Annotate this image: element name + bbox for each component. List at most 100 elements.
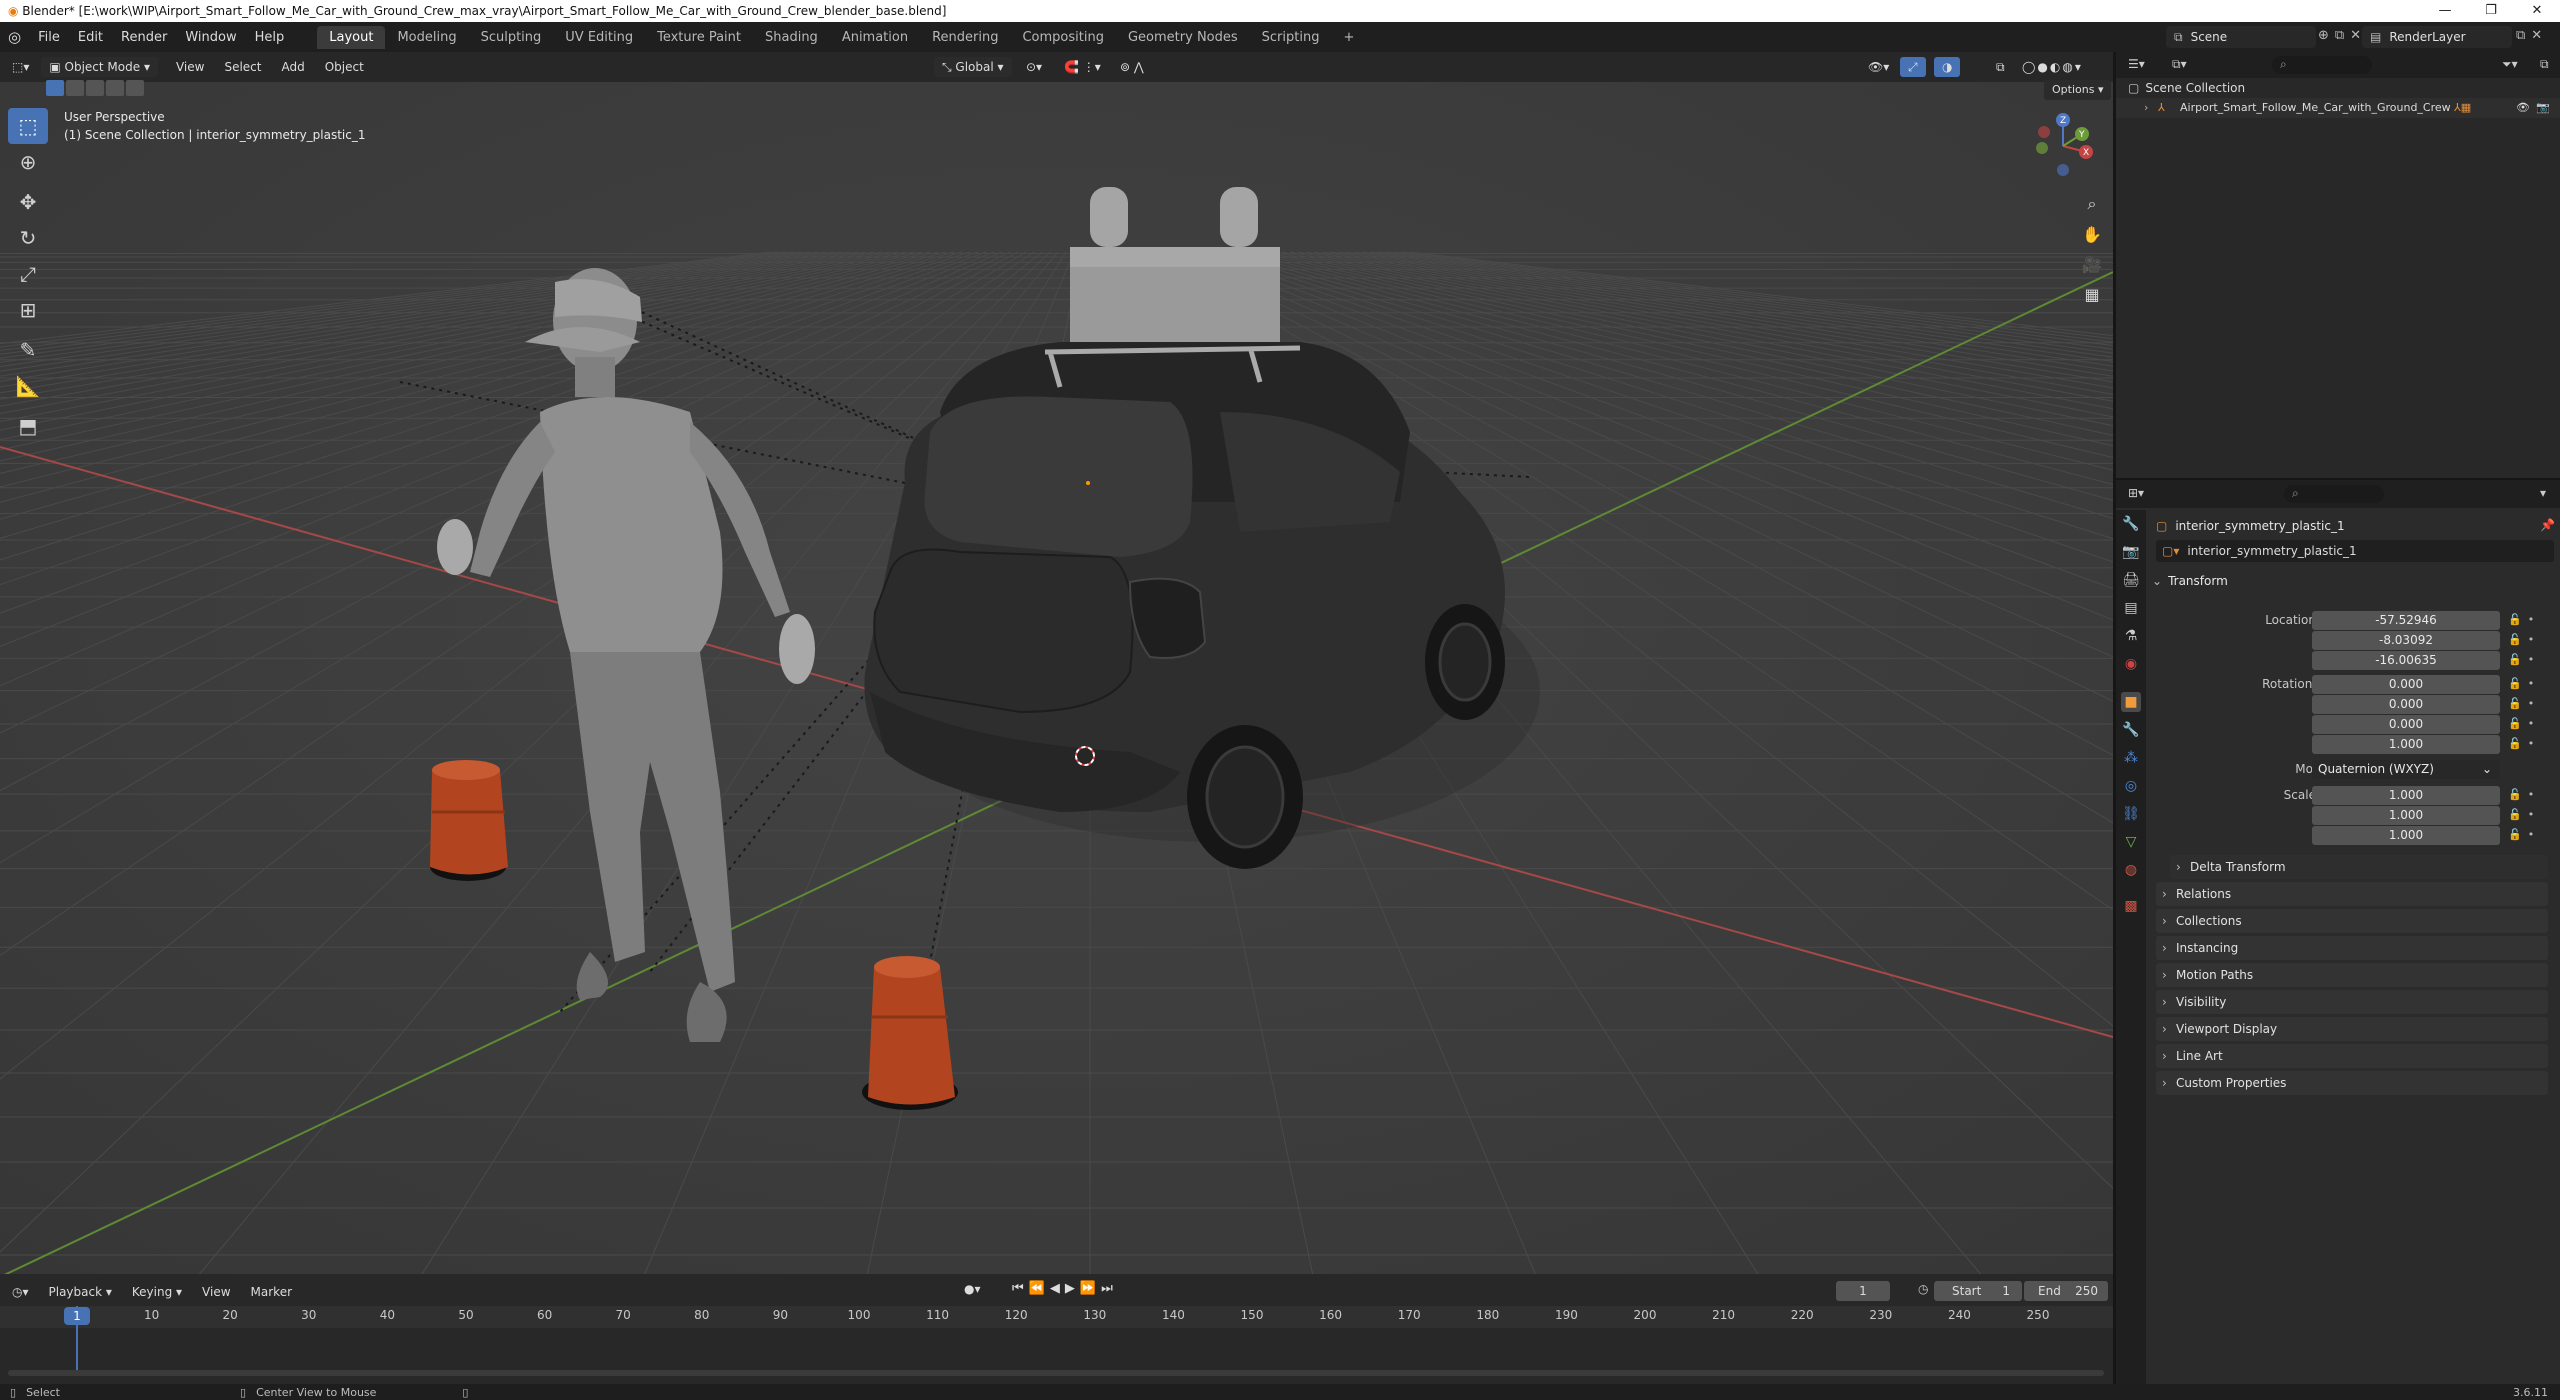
proportional-edit-icon[interactable]: ⊚ ⋀ <box>1112 57 1152 77</box>
end-frame-field[interactable]: End 250 <box>2024 1281 2108 1301</box>
view-layer-selector[interactable]: ▤ RenderLayer <box>2362 26 2512 48</box>
close-button[interactable]: ✕ <box>2514 0 2560 22</box>
menu-help[interactable]: Help <box>246 30 294 45</box>
playhead-marker[interactable]: 1 <box>64 1307 90 1325</box>
transform-icon[interactable]: ⊞ <box>8 292 48 328</box>
expand-arrow-icon[interactable]: › <box>2144 98 2148 118</box>
lock-keyframe-icon[interactable]: 🔓• <box>2508 653 2540 666</box>
maximize-button[interactable]: ❐ <box>2468 0 2514 22</box>
tab-shading[interactable]: Shading <box>753 26 830 49</box>
menu-select[interactable]: Select <box>216 57 269 77</box>
filter-icon[interactable]: ⏷▾ <box>2502 57 2518 72</box>
collections-panel[interactable]: › Collections <box>2156 909 2548 933</box>
select-subtract-icon[interactable] <box>86 80 104 96</box>
instancing-panel[interactable]: › Instancing <box>2156 936 2548 960</box>
select-box-icon[interactable]: ⬚ <box>8 108 48 144</box>
current-frame-field[interactable]: 1 <box>1836 1281 1890 1301</box>
add-cube-icon[interactable]: ⬒ <box>8 408 48 444</box>
tab-scripting[interactable]: Scripting <box>1250 26 1332 49</box>
output-tab-icon[interactable]: 🖨 <box>2121 570 2141 590</box>
rotation-z-field[interactable]: 1.000 <box>2312 735 2500 754</box>
lock-keyframe-icon[interactable]: 🔓• <box>2508 788 2540 801</box>
outliner-row-airport-car[interactable]: › ⅄ Airport_Smart_Follow_Me_Car_with_Gro… <box>2116 98 2560 118</box>
add-workspace-button[interactable]: + <box>1331 26 1366 49</box>
overlays-toggle-icon[interactable]: ◑ <box>1934 57 1961 77</box>
scale-icon[interactable]: ⤢ <box>8 256 48 292</box>
pan-hand-icon[interactable]: ✋ <box>2078 220 2106 248</box>
menu-add[interactable]: Add <box>273 57 312 77</box>
playback-controls-icon[interactable]: ⏮⏪◀▶⏩⏭ <box>1012 1281 1118 1296</box>
select-intersect-icon[interactable] <box>126 80 144 96</box>
properties-editor-type-icon[interactable]: ⊞▾ <box>2128 486 2144 500</box>
tool-tab-icon[interactable]: 🔧 <box>2121 514 2141 534</box>
cursor-icon[interactable]: ⊕ <box>8 144 48 180</box>
visibility-eye-icon[interactable]: 👁 <box>2516 98 2530 118</box>
scale-y-field[interactable]: 1.000 <box>2312 806 2500 825</box>
menu-timeline-view[interactable]: View <box>194 1282 238 1302</box>
scale-z-field[interactable]: 1.000 <box>2312 826 2500 845</box>
options-dropdown[interactable]: Options ▾ <box>2044 80 2112 100</box>
lock-keyframe-icon[interactable]: 🔓• <box>2508 633 2540 646</box>
blender-menu-icon[interactable]: ◎ <box>0 28 29 46</box>
menu-file[interactable]: File <box>29 30 69 45</box>
object-name-field[interactable]: ▢ interior_symmetry_plastic_1 <box>2156 516 2345 536</box>
constraints-tab-icon[interactable]: ⛓ <box>2121 804 2141 824</box>
properties-options-icon[interactable]: ▾ <box>2540 486 2546 500</box>
move-icon[interactable]: ✥ <box>8 184 48 220</box>
scene-selector[interactable]: ⧉ Scene <box>2166 26 2316 48</box>
menu-render[interactable]: Render <box>112 30 176 45</box>
ortho-grid-icon[interactable]: ▦ <box>2078 280 2106 308</box>
object-mode-dropdown[interactable]: ▣ Object Mode ▾ <box>41 57 158 77</box>
menu-window[interactable]: Window <box>176 30 245 45</box>
new-collection-icon[interactable]: ⧉ <box>2540 57 2549 72</box>
location-y-field[interactable]: -8.03092 <box>2312 631 2500 650</box>
start-frame-field[interactable]: Start 1 <box>1934 1281 2022 1301</box>
tab-geometry-nodes[interactable]: Geometry Nodes <box>1116 26 1250 49</box>
lock-keyframe-icon[interactable]: 🔓• <box>2508 613 2540 626</box>
menu-object[interactable]: Object <box>317 57 372 77</box>
menu-edit[interactable]: Edit <box>69 30 112 45</box>
transform-panel-header[interactable]: ⌄ Transform <box>2152 574 2228 592</box>
texture-tab-icon[interactable]: ▩ <box>2121 896 2141 916</box>
orientation-dropdown[interactable]: ⤡ Global ▾ <box>934 57 1012 77</box>
data-tab-icon[interactable]: ▽ <box>2121 832 2141 852</box>
scale-x-field[interactable]: 1.000 <box>2312 786 2500 805</box>
pin-icon[interactable]: 📌 <box>2540 518 2555 532</box>
rotation-y-field[interactable]: 0.000 <box>2312 715 2500 734</box>
outliner-editor-type-icon[interactable]: ☰▾ <box>2128 57 2145 71</box>
measure-icon[interactable]: 📐 <box>8 368 48 404</box>
view-layer-tab-icon[interactable]: ▤ <box>2121 598 2141 618</box>
shading-modes-icon[interactable]: ◯●◐◍▾ <box>2014 57 2091 77</box>
menu-playback[interactable]: Playback ▾ <box>41 1282 120 1302</box>
snap-icon[interactable]: 🧲 ⋮▾ <box>1056 57 1109 77</box>
tab-compositing[interactable]: Compositing <box>1010 26 1116 49</box>
tab-texture-paint[interactable]: Texture Paint <box>645 26 753 49</box>
timeline-scrollbar[interactable] <box>8 1370 2104 1376</box>
tab-rendering[interactable]: Rendering <box>920 26 1010 49</box>
material-tab-icon[interactable]: ◍ <box>2121 860 2141 880</box>
pivot-point-icon[interactable]: ⊙▾ <box>1018 57 1050 77</box>
menu-keying[interactable]: Keying ▾ <box>124 1282 190 1302</box>
3d-viewport[interactable]: User Perspective (1) Scene Collection | … <box>0 52 2113 1274</box>
minimize-button[interactable]: — <box>2422 0 2468 22</box>
visibility-icon[interactable]: 👁▾ <box>1860 57 1897 77</box>
editor-type-icon[interactable]: ⬚▾ <box>4 57 37 77</box>
tab-layout[interactable]: Layout <box>317 25 386 49</box>
select-extend-icon[interactable] <box>66 80 84 96</box>
modifier-tab-icon[interactable]: 🔧 <box>2121 720 2141 740</box>
world-tab-icon[interactable]: ◉ <box>2121 654 2141 674</box>
lock-keyframe-icon[interactable]: 🔓• <box>2508 717 2540 730</box>
visibility-panel[interactable]: › Visibility <box>2156 990 2548 1014</box>
data-block-field[interactable]: ▢▾ interior_symmetry_plastic_1 <box>2156 540 2554 562</box>
select-new-icon[interactable] <box>46 80 64 96</box>
gizmo-toggle-icon[interactable]: ⤢ <box>1900 57 1926 77</box>
motion-paths-panel[interactable]: › Motion Paths <box>2156 963 2548 987</box>
tab-uv-editing[interactable]: UV Editing <box>553 26 645 49</box>
lock-keyframe-icon[interactable]: 🔓• <box>2508 828 2540 841</box>
camera-view-icon[interactable]: 🎥 <box>2078 250 2106 278</box>
annotate-icon[interactable]: ✎ <box>8 332 48 368</box>
lock-keyframe-icon[interactable]: 🔓• <box>2508 808 2540 821</box>
tab-modeling[interactable]: Modeling <box>385 26 468 49</box>
record-keyframe-icon[interactable]: ●▾ <box>964 1282 981 1296</box>
tab-sculpting[interactable]: Sculpting <box>469 26 554 49</box>
